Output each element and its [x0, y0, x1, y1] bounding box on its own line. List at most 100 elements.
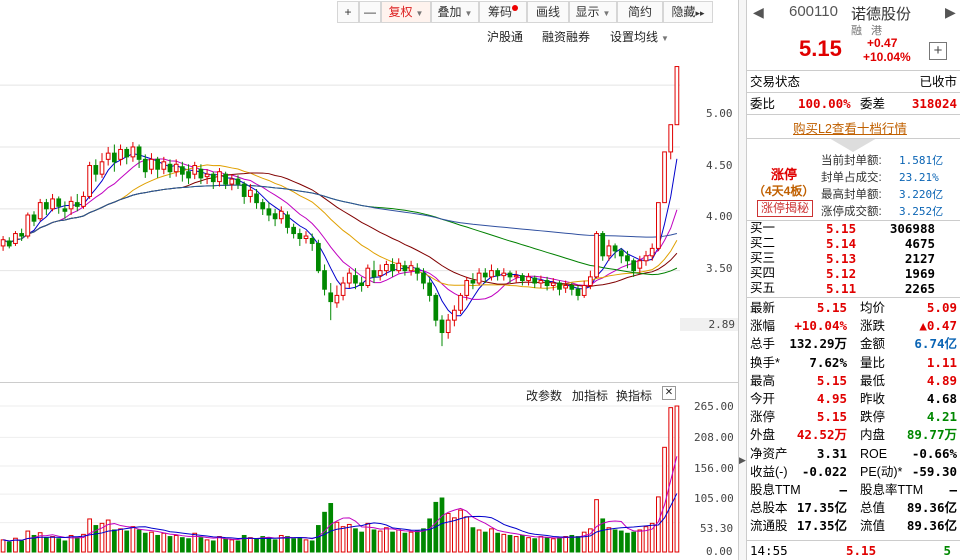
- diejia-button[interactable]: 叠加 ▼: [431, 1, 479, 23]
- close-indicator-icon[interactable]: ✕: [662, 386, 676, 400]
- add-watchlist-button[interactable]: +: [929, 42, 947, 60]
- volume-bar: [6, 541, 12, 553]
- bid-level-row[interactable]: 买一 5.15 306988: [750, 221, 957, 236]
- low-price-marker: 2.89: [680, 318, 740, 331]
- candle-body: [161, 161, 167, 170]
- prev-stock-icon[interactable]: ◀: [753, 4, 764, 21]
- volume-bar: [359, 531, 364, 553]
- quote-stat-row: 总手 132.29万 金额 6.74亿: [750, 335, 957, 353]
- xianshi-label: 显示: [575, 5, 600, 19]
- volume-bar: [396, 529, 402, 553]
- quote-stat-row: 最高 5.15 最低 4.89: [750, 372, 957, 390]
- dropdown-caret-icon: ▼: [415, 9, 424, 18]
- volume-bar: [402, 532, 408, 553]
- seal-stat-value: 3.252亿: [899, 205, 944, 218]
- jianyue-button[interactable]: 简约: [617, 1, 663, 23]
- candle-body: [581, 285, 587, 296]
- candle-body: [254, 193, 259, 204]
- minus-icon: —: [364, 5, 376, 19]
- kline-price-chart[interactable]: [0, 48, 740, 382]
- volume-bar: [186, 538, 191, 553]
- quote-stat-row: 换手* 7.62% 量比 1.11: [750, 354, 957, 372]
- next-stock-icon[interactable]: ▶: [945, 4, 956, 21]
- zoom-in-button[interactable]: +: [337, 1, 359, 23]
- stat-label: 净资产: [750, 446, 788, 461]
- bid-volume: 4675: [904, 236, 935, 251]
- stat-label: 昨收: [860, 392, 886, 406]
- volume-bar: [210, 540, 216, 553]
- stat-label: 最低: [860, 373, 886, 388]
- candle-body: [649, 247, 655, 257]
- stat-label: 总手: [750, 337, 776, 352]
- candle-body: [575, 288, 581, 296]
- volume-bar: [161, 532, 167, 553]
- stat-value: 4.89: [926, 372, 957, 388]
- volume-bar: [44, 537, 49, 553]
- volume-bar: [149, 531, 154, 553]
- divider: [747, 540, 960, 541]
- price-axis-label: 3.50: [706, 262, 733, 275]
- candle-body: [414, 267, 420, 274]
- hgt-link[interactable]: 沪股通: [487, 28, 523, 45]
- volume-bar: [414, 530, 420, 553]
- bid-level-row[interactable]: 买三 5.13 2127: [750, 251, 957, 266]
- stat-label: 股息TTM: [750, 483, 801, 497]
- volume-bar: [557, 537, 562, 553]
- xianshi-button[interactable]: 显示 ▼: [569, 1, 617, 23]
- stock-name: 诺德股份: [851, 6, 912, 23]
- panel-splitter[interactable]: ▶: [738, 0, 746, 560]
- volume-bar: [526, 537, 531, 553]
- candle-body: [346, 272, 352, 284]
- ma60-line: [2, 184, 678, 276]
- fuquan-button[interactable]: 复权 ▼: [381, 1, 431, 23]
- candle-body: [476, 272, 482, 284]
- volume-bar: [303, 539, 309, 553]
- stat-label: 涨跌: [860, 319, 886, 334]
- buy-l2-link[interactable]: 购买L2查看十档行情: [793, 118, 907, 137]
- zoom-out-button[interactable]: —: [359, 1, 381, 23]
- volume-bar: [266, 537, 272, 553]
- volume-bar: [507, 534, 513, 553]
- chouma-button[interactable]: 筹码: [479, 1, 527, 23]
- candle-body: [408, 265, 414, 272]
- vol-axis-label: 0.00: [706, 545, 733, 558]
- quote-stat-row: 股息TTM — 股息率TTM —: [750, 481, 957, 499]
- huaxian-button[interactable]: 画线: [527, 1, 569, 23]
- quote-stat-row: 总股本 17.35亿 总值 89.36亿: [750, 499, 957, 517]
- candle-body: [396, 262, 402, 272]
- stat-value: -59.30: [911, 463, 957, 479]
- volume-bar: [173, 534, 179, 553]
- bid-level-row[interactable]: 买四 5.12 1969: [750, 266, 957, 281]
- candle-body: [427, 282, 432, 296]
- volume-bar: [513, 536, 519, 553]
- volume-chart[interactable]: [0, 402, 740, 560]
- stat-label: 均价: [860, 301, 886, 315]
- set-ma-link[interactable]: 设置均线 ▼: [610, 28, 669, 45]
- seal-stat-label: 最高封单额:: [821, 189, 882, 201]
- stat-value: ▲0.47: [919, 318, 957, 334]
- stat-label: 外盘: [750, 428, 776, 443]
- candle-body: [50, 198, 55, 210]
- volume-bar: [74, 537, 80, 553]
- volume-bar: [316, 525, 321, 553]
- quote-stat-row: 涨停 5.15 跌停 4.21: [750, 408, 957, 426]
- bid-level-row[interactable]: 买二 5.14 4675: [750, 236, 957, 251]
- volume-bar: [390, 531, 395, 553]
- candle-body: [167, 163, 173, 173]
- price-axis-label: 5.00: [706, 107, 733, 120]
- stat-label: 最高: [750, 373, 776, 388]
- volume-bar: [19, 540, 24, 553]
- bid-level-row[interactable]: 买五 5.11 2265: [750, 281, 957, 296]
- limit-up-title: 涨停: [771, 167, 798, 182]
- stat-label: 涨停: [750, 410, 776, 425]
- stat-value: 4.68: [926, 391, 957, 406]
- stat-label: PE(动)*: [860, 464, 903, 479]
- stat-value: 4.21: [926, 409, 957, 425]
- quote-stat-row: 外盘 42.52万 内盘 89.77万: [750, 426, 957, 444]
- candle-body: [316, 242, 321, 272]
- volume-bar: [297, 537, 303, 553]
- limit-up-reveal-button[interactable]: 涨停揭秘: [757, 200, 814, 217]
- yincang-button[interactable]: 隐藏▸▸: [663, 1, 713, 23]
- expand-arrow-icon[interactable]: [829, 138, 877, 152]
- rzrq-link[interactable]: 融资融券: [542, 28, 590, 45]
